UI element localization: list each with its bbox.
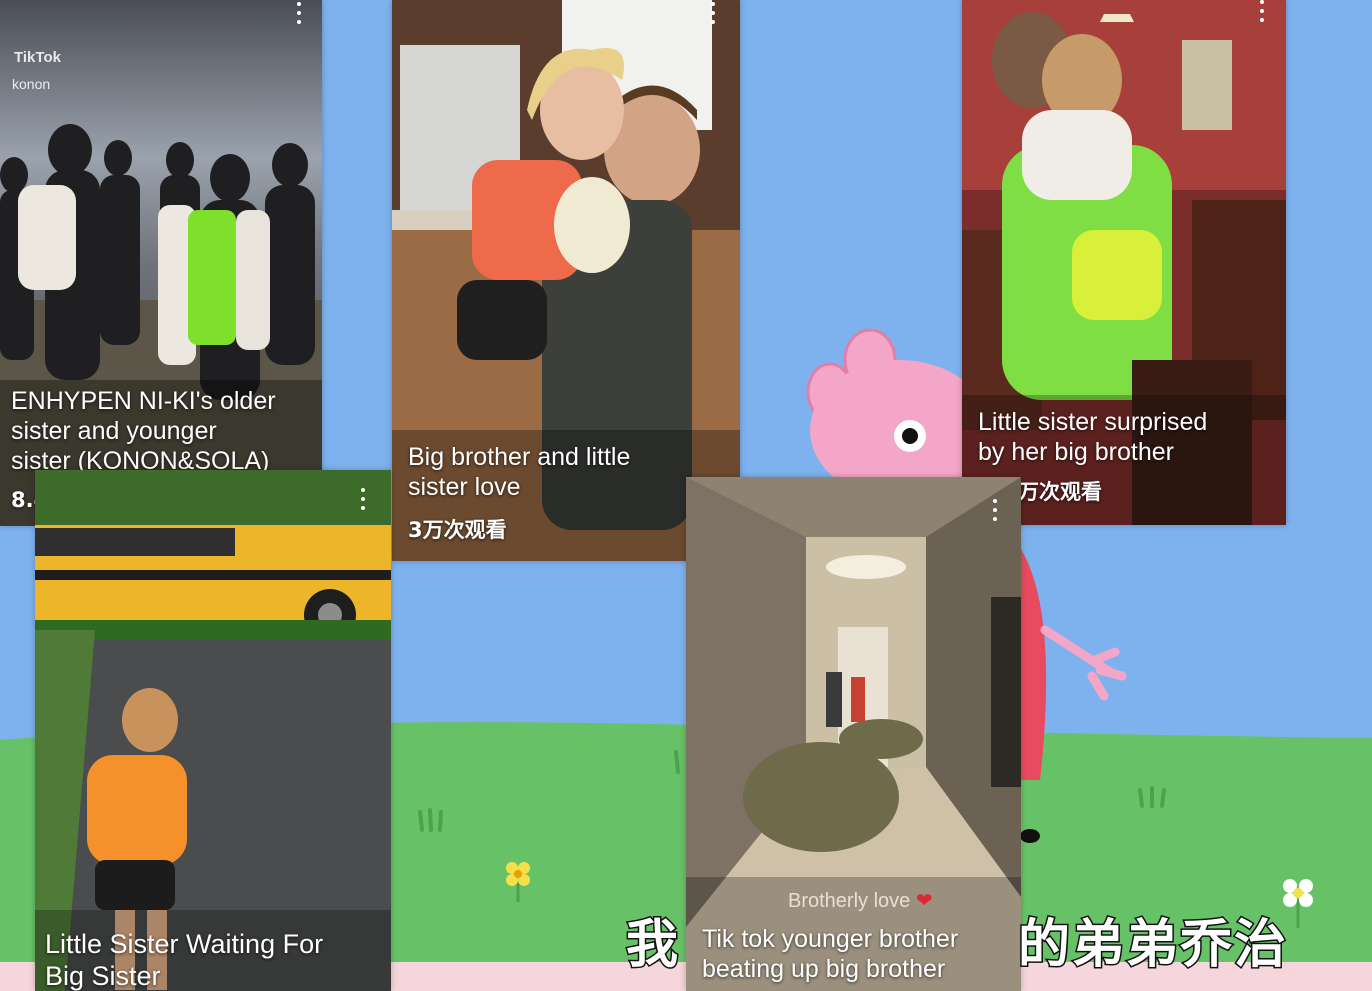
video-thumbnail [686,477,1021,991]
overlay-caption: Brotherly love ❤ [788,890,933,912]
subtitle-left: 我 [624,914,681,977]
video-frame: TikTok konon ENHYPEN NI-KI's older siste… [0,0,1372,991]
heart-icon: ❤ [915,890,933,912]
video-title[interactable]: ENHYPEN NI-KI's older sister and younger… [11,386,316,476]
more-vertical-icon[interactable] [992,499,998,521]
more-vertical-icon[interactable] [360,488,366,510]
video-thumbnail [35,470,391,991]
video-title[interactable]: Little sister surprised by her big broth… [978,407,1278,467]
subtitle-right: 的弟弟乔治 [1016,914,1289,977]
video-card-brotherly[interactable]: Brotherly love ❤ Tik tok younger brother… [686,477,1021,991]
watermark-user: konon [12,76,51,92]
video-card-surprised[interactable]: Little sister surprised by her big broth… [962,0,1286,525]
more-vertical-icon[interactable] [1259,0,1265,22]
more-vertical-icon[interactable] [296,2,302,24]
video-card-konon[interactable]: TikTok konon ENHYPEN NI-KI's older siste… [0,0,322,526]
view-count: 3万次观看 [408,518,507,542]
video-title[interactable]: Tik tok younger brother beating up big b… [702,924,1018,984]
video-title[interactable]: Little Sister Waiting For Big Sister [45,928,390,991]
view-count: 万次观看 [1018,480,1102,504]
watermark-brand: TikTok [14,49,61,66]
more-vertical-icon[interactable] [710,2,716,24]
video-title[interactable]: Big brother and little sister love [408,442,733,502]
video-card-waiting[interactable]: Little Sister Waiting For Big Sister [35,470,391,991]
